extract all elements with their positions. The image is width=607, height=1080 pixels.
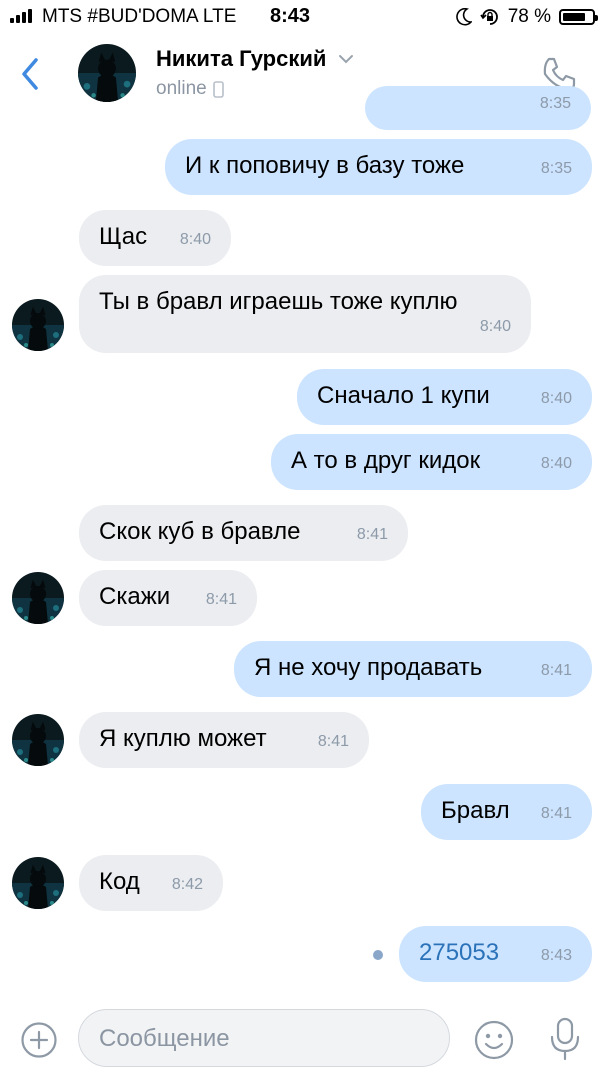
message-bubble-outgoing[interactable]: Я не хочу продавать 8:41 <box>234 641 592 697</box>
status-bar: MTS #BUD'DOMA LTE 8:43 78 % <box>0 0 607 34</box>
unread-indicator <box>373 950 383 960</box>
online-status: online <box>156 78 207 99</box>
message-bubble-outgoing[interactable]: И к поповичу в базу тоже 8:35 <box>165 139 592 195</box>
message-time: 8:41 <box>317 733 349 750</box>
message-text: Я куплю может <box>99 725 267 752</box>
message-time: 8:41 <box>540 805 572 822</box>
message-input[interactable]: Сообщение <box>78 1009 450 1067</box>
message-time: 8:42 <box>171 876 203 893</box>
smile-icon[interactable] <box>473 1019 515 1061</box>
avatar[interactable] <box>12 299 64 351</box>
microphone-icon[interactable] <box>545 1015 585 1063</box>
message-time: 8:41 <box>540 662 572 679</box>
chevron-down-icon[interactable] <box>338 54 354 64</box>
battery-percent: 78 % <box>507 6 551 27</box>
avatar[interactable] <box>78 44 136 102</box>
message-text: Щас <box>99 223 148 250</box>
plus-circle-icon[interactable] <box>20 1021 58 1059</box>
message-time: 8:35 <box>540 160 572 177</box>
mobile-device-icon <box>212 80 224 98</box>
message-text: Код <box>99 868 140 895</box>
message-input-placeholder: Сообщение <box>99 1025 230 1052</box>
message-text: Я не хочу продавать <box>254 654 483 681</box>
moon-icon <box>455 8 472 26</box>
message-bubble-incoming[interactable]: Скок куб в бравле 8:41 <box>79 505 408 561</box>
avatar[interactable] <box>12 714 64 766</box>
message-time: 8:40 <box>540 390 572 407</box>
message-bubble-outgoing[interactable]: 8:35 <box>365 86 591 130</box>
message-time: 8:41 <box>205 591 237 608</box>
message-text: Ты в бравл играешь тоже куплю <box>99 288 458 315</box>
message-text[interactable]: 275053 <box>419 939 499 967</box>
message-text: А то в друг кидок <box>291 447 481 474</box>
message-text: Скок куб в бравле <box>99 518 301 545</box>
message-time: 8:40 <box>540 455 572 472</box>
avatar[interactable] <box>12 857 64 909</box>
message-time: 8:40 <box>179 231 211 248</box>
carrier-label: MTS #BUD'DOMA LTE <box>42 6 237 27</box>
message-bubble-incoming[interactable]: Щас 8:40 <box>79 210 231 266</box>
message-bubble-incoming[interactable]: Код 8:42 <box>79 855 223 911</box>
contact-name[interactable]: Никита Гурский <box>156 46 326 72</box>
message-text: Бравл <box>441 797 510 824</box>
signal-icon <box>10 9 38 23</box>
message-time: 8:43 <box>540 947 572 964</box>
message-bubble-outgoing[interactable]: А то в друг кидок 8:40 <box>271 434 592 490</box>
message-bubble-outgoing[interactable]: 275053 8:43 <box>399 926 592 982</box>
message-bubble-outgoing[interactable]: Сначало 1 купи 8:40 <box>297 369 592 425</box>
composer: Сообщение <box>0 1000 607 1080</box>
rotation-lock-icon <box>480 9 498 25</box>
message-time: 8:41 <box>356 526 388 543</box>
clock: 8:43 <box>270 5 311 27</box>
message-text: Сначало 1 купи <box>317 382 490 409</box>
message-bubble-incoming[interactable]: Ты в бравл играешь тоже куплю 8:40 <box>79 275 531 353</box>
chevron-left-icon[interactable] <box>14 54 48 94</box>
message-time: 8:40 <box>479 318 511 335</box>
message-time: 8:35 <box>539 95 571 112</box>
message-bubble-outgoing[interactable]: Бравл 8:41 <box>421 784 592 840</box>
battery-icon <box>559 9 598 25</box>
message-bubble-incoming[interactable]: Скажи 8:41 <box>79 570 257 626</box>
message-bubble-incoming[interactable]: Я куплю может 8:41 <box>79 712 369 768</box>
message-text: И к поповичу в базу тоже <box>185 152 465 179</box>
message-text: Скажи <box>99 583 171 610</box>
avatar[interactable] <box>12 572 64 624</box>
